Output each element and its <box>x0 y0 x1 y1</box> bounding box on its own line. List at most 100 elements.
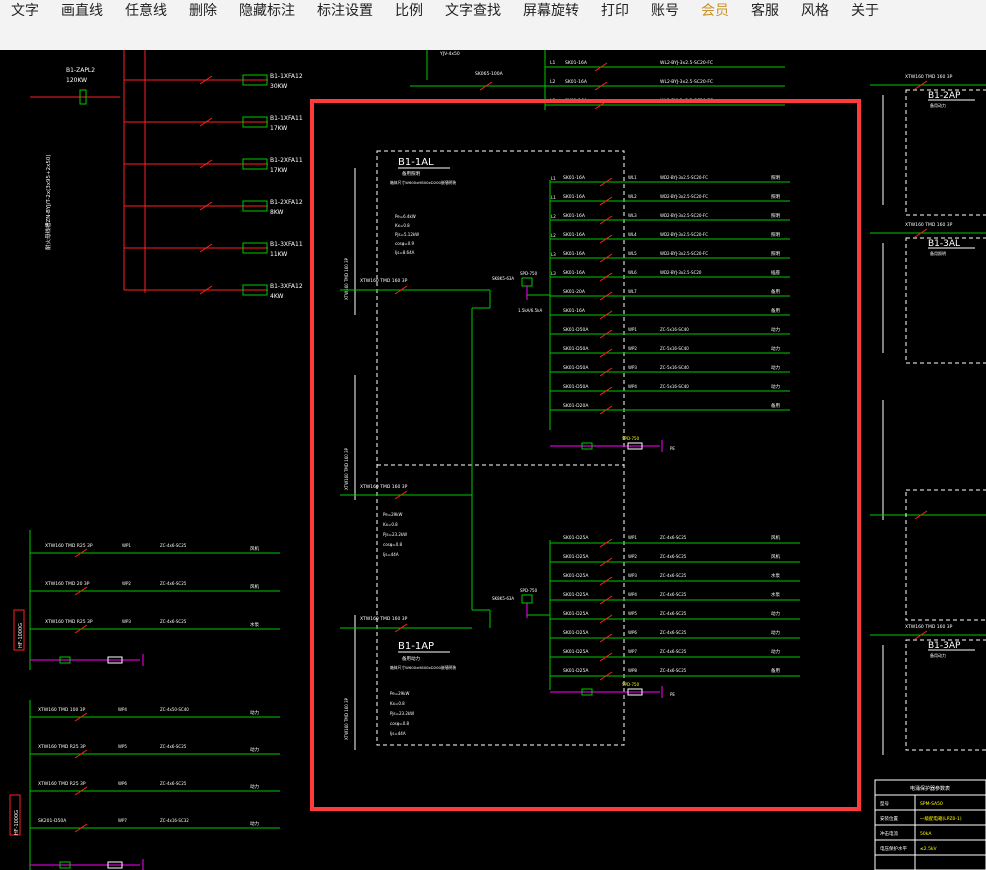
cable-label: WD2-BYJ-3x2.5-SC20-FC <box>660 251 708 256</box>
breaker-label: XTW160 TMD R25 3P <box>38 781 86 787</box>
breaker-label: SK01-16A <box>563 251 586 257</box>
circuit-label: WP1 <box>628 535 637 540</box>
param-label: Pe=6.4kW <box>395 214 416 219</box>
menu-freehand-line[interactable]: 任意线 <box>114 0 178 22</box>
menu-annotation-settings[interactable]: 标注设置 <box>306 0 384 22</box>
cable-label: ZC-4x6-SC25 <box>660 630 687 635</box>
cable-label: ZC-5x16-SC40 <box>660 384 689 389</box>
breaker-label: SK01-D50A <box>563 365 589 371</box>
menu-straight-line[interactable]: 画直线 <box>50 0 114 22</box>
breaker-label: XTW160 TMD 100 3P <box>38 707 86 713</box>
panel-note: 箱体尺寸W600xH800xD200嵌墙明装 <box>390 180 456 185</box>
use-label: 照明 <box>771 251 780 257</box>
cable-label: ZC-4x50-SC40 <box>160 707 189 712</box>
use-label: 照明 <box>771 213 780 219</box>
circuit-load-label: 17KW <box>270 167 287 174</box>
use-label: 风机 <box>250 545 259 552</box>
right-panel-subtitle: 备用照明 <box>930 250 946 256</box>
param-label: Pe=29kW <box>390 691 409 696</box>
circuit-load-label: 4KW <box>270 293 284 300</box>
cable-label: ZC-4x6-SC25 <box>160 543 187 548</box>
param-label: cosφ=0.8 <box>390 721 410 726</box>
breaker-label: SK01-16A <box>565 79 588 85</box>
menu-text-search[interactable]: 文字查找 <box>434 0 512 22</box>
menu-support[interactable]: 客服 <box>740 0 790 22</box>
menu-hide-annotation[interactable]: 隐藏标注 <box>228 0 306 22</box>
circuit-label: WP3 <box>628 365 637 370</box>
circuit-name-label: B1-1XFA11 <box>270 115 303 122</box>
right-breaker-label: XTW160 TMD 160 3P <box>905 222 953 228</box>
phase-label: L2 <box>550 79 556 85</box>
use-label: 动力 <box>771 364 780 371</box>
cable-label: WD2-BYJ-3x2.5-SC20-FC <box>660 213 708 218</box>
use-label: 动力 <box>250 709 259 716</box>
cad-drawing[interactable]: B1-ZAPL2 120KW 耐火母线槽ZN-BYJ/T-2x(3x95+2x50)… <box>0 50 986 870</box>
breaker-label: SK01-D50A <box>563 327 589 333</box>
circuit-label: WP2 <box>628 554 637 559</box>
breaker-label: SK01-16A <box>563 270 586 276</box>
meter-breaker-label: SK8K5-63A <box>492 596 514 601</box>
use-label: 备用 <box>771 402 780 409</box>
circuit-name-label: B1-2XFA11 <box>270 157 303 164</box>
circuit-name-label: B1-2XFA12 <box>270 199 303 206</box>
circuit-label: WP6 <box>118 781 127 786</box>
use-label: 动力 <box>250 783 259 790</box>
phase-label: L1 <box>550 60 556 66</box>
param-label: Ijs=8.64A <box>395 250 415 255</box>
panel-power-label: 120KW <box>66 77 87 84</box>
param-label: Pe=29kW <box>383 512 402 517</box>
use-label: 动力 <box>771 345 780 352</box>
menu-style[interactable]: 风格 <box>790 0 840 22</box>
menu-delete[interactable]: 删除 <box>178 0 228 22</box>
riser-label: XTW160 TMD 160 3P <box>344 697 349 740</box>
use-label: 动力 <box>250 820 259 827</box>
spd-table-key: 冲击电流 <box>880 830 898 837</box>
breaker-label: SK01-16A <box>563 194 586 200</box>
breaker-label: SK01-D25A <box>563 668 589 674</box>
cable-label: ZC-4x6-SC25 <box>660 554 687 559</box>
cable-label: ZC-4x6-SC25 <box>660 573 687 578</box>
phase-label: L3 <box>551 252 556 257</box>
panel-title: B1-1AL <box>398 157 434 168</box>
cable-label: ZC-4x6-SC25 <box>660 668 687 673</box>
cable-label: ZC-4x6-SC25 <box>660 592 687 597</box>
menu-text[interactable]: 文字 <box>0 0 50 22</box>
cable-label: WD2-BYJ-3x2.5-SC20 <box>660 270 702 275</box>
right-panel-subtitle: 备用动力 <box>930 102 946 108</box>
menu-print[interactable]: 打印 <box>590 0 640 22</box>
phase-label: L2 <box>551 214 556 219</box>
breaker-label: XTW160 TMD 20 3P <box>45 581 90 587</box>
right-breaker-label: XTW160 TMD 160 3P <box>905 624 953 630</box>
use-label: 照明 <box>771 232 780 238</box>
param-label: Kx=0.8 <box>390 701 405 706</box>
cable-label: ZC-4x6-SC25 <box>660 535 687 540</box>
panel-label: B1-ZAPL2 <box>66 67 95 74</box>
menu-scale[interactable]: 比例 <box>384 0 434 22</box>
use-label: 动力 <box>771 610 780 617</box>
circuit-name-label: B1-1XFA12 <box>270 73 303 80</box>
menu-rotate-screen[interactable]: 屏幕旋转 <box>512 0 590 22</box>
spd-table-value: 50kA <box>920 831 932 837</box>
cable-label: ZC-4x16-SC32 <box>160 818 189 823</box>
use-label: 动力 <box>250 746 259 753</box>
menu-about[interactable]: 关于 <box>840 0 890 22</box>
cable-label: WD2-BYJ-3x2.5-SC20-FC <box>660 232 708 237</box>
cable-label: ZC-4x6-SC25 <box>160 744 187 749</box>
breaker-label: SK01-D25A <box>563 535 589 541</box>
use-label: 水泵 <box>250 621 259 628</box>
cable-label: WD2-BYJ-3x2.5-SC20-FC <box>660 194 708 199</box>
circuit-label: WP7 <box>628 649 637 654</box>
spd-table-key: 安装位置 <box>880 815 898 822</box>
spd-table-key: 电压保护水平 <box>880 845 907 852</box>
circuit-label: WP1 <box>628 327 637 332</box>
menubar: 文字 画直线 任意线 删除 隐藏标注 标注设置 比例 文字查找 屏幕旋转 打印 … <box>0 0 986 22</box>
menu-vip[interactable]: 会员 <box>690 0 740 22</box>
cad-drawing-viewport[interactable]: B1-ZAPL2 120KW 耐火母线槽ZN-BYJ/T-2x(3x95+2x50)… <box>0 50 986 870</box>
cable-label: ZC-4x6-SC25 <box>660 611 687 616</box>
breaker-label: SK01-16A <box>563 308 586 314</box>
use-label: 动力 <box>771 326 780 333</box>
breaker-label: SK01-D25A <box>563 630 589 636</box>
menu-account[interactable]: 账号 <box>640 0 690 22</box>
tie-breaker-label: XTW160 TMD 160 3P <box>360 484 408 490</box>
riser-label: XTW160 TMD 160 3P <box>344 447 349 490</box>
